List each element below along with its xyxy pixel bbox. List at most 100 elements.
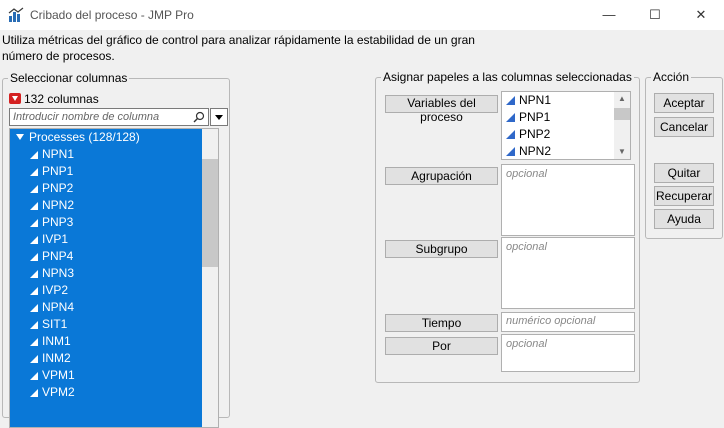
column-name: SIT1 (42, 317, 68, 331)
column-list-scrollbar[interactable] (202, 129, 218, 427)
recall-button[interactable]: Recuperar (654, 186, 714, 206)
continuous-column-icon (30, 151, 38, 159)
grouping-button[interactable]: Agrupación (385, 167, 498, 185)
select-columns-legend: Seleccionar columnas (8, 71, 130, 85)
column-name: NPN1 (42, 147, 75, 161)
column-search-box (9, 108, 209, 126)
continuous-column-icon (30, 355, 38, 363)
scroll-up-icon[interactable]: ▲ (614, 92, 630, 106)
continuous-column-icon (30, 304, 38, 312)
process-variables-scrollbar[interactable]: ▲ ▼ (614, 92, 630, 159)
list-item[interactable]: INM1 (10, 333, 202, 350)
list-item[interactable]: NPN2 (502, 143, 630, 159)
cancel-button[interactable]: Cancelar (654, 117, 714, 137)
column-name: IVP2 (42, 283, 69, 297)
list-item[interactable]: PNP3 (10, 214, 202, 231)
continuous-column-icon (30, 168, 38, 176)
scrollbar-thumb[interactable] (202, 159, 218, 267)
grouping-dropzone[interactable]: opcional (501, 164, 635, 236)
subgroup-dropzone[interactable]: opcional (501, 237, 635, 309)
scroll-down-icon[interactable]: ▼ (614, 145, 630, 159)
column-name: PNP1 (519, 110, 551, 124)
assign-roles-panel: Asignar papeles a las columnas seleccion… (375, 70, 640, 383)
list-item[interactable]: VPM1 (10, 367, 202, 384)
select-columns-panel: Seleccionar columnas 132 columnas Proces… (2, 71, 230, 428)
window-title: Cribado del proceso - JMP Pro (30, 8, 194, 22)
continuous-column-icon (506, 130, 515, 139)
jmp-app-icon (8, 7, 24, 22)
continuous-column-icon (30, 219, 38, 227)
column-name: IVP1 (42, 232, 69, 246)
column-name: PNP1 (42, 164, 74, 178)
list-item[interactable]: NPN1 (502, 92, 630, 109)
continuous-column-icon (506, 96, 515, 105)
list-item[interactable]: VPM2 (10, 384, 202, 401)
column-count: 132 columnas (9, 92, 99, 106)
column-name: INM2 (42, 351, 71, 365)
list-item[interactable]: NPN2 (10, 197, 202, 214)
continuous-column-icon (30, 287, 38, 295)
collapse-caret-icon[interactable] (16, 134, 24, 140)
list-item[interactable]: PNP2 (502, 126, 630, 143)
search-icon[interactable] (193, 111, 205, 123)
continuous-column-icon (30, 185, 38, 193)
column-name: PNP2 (519, 127, 551, 141)
column-group-row[interactable]: Processes (128/128) (10, 129, 202, 146)
list-item[interactable]: NPN4 (10, 299, 202, 316)
column-name: NPN4 (42, 300, 75, 314)
list-item[interactable]: NPN3 (10, 265, 202, 282)
list-item[interactable]: PNP1 (502, 109, 630, 126)
process-variables-list[interactable]: NPN1 PNP1 PNP2 NPN2 ▲ ▼ (501, 91, 631, 160)
continuous-column-icon (506, 113, 515, 122)
column-name: VPM1 (42, 368, 75, 382)
remove-button[interactable]: Quitar (654, 163, 714, 183)
subgroup-button[interactable]: Subgrupo (385, 240, 498, 258)
ok-button[interactable]: Aceptar (654, 93, 714, 113)
column-list-items: Processes (128/128) NPN1 PNP1 PNP2 NPN2 … (10, 129, 202, 427)
list-item[interactable]: PNP2 (10, 180, 202, 197)
column-name: VPM2 (42, 385, 75, 399)
process-variables-button[interactable]: Variables del proceso (385, 95, 498, 124)
column-name: NPN1 (519, 93, 552, 107)
continuous-column-icon (506, 147, 515, 156)
list-item[interactable]: PNP1 (10, 163, 202, 180)
action-legend: Acción (651, 70, 692, 84)
column-count-label: 132 columnas (24, 92, 99, 106)
by-dropzone[interactable]: opcional (501, 334, 635, 372)
continuous-column-icon (30, 321, 38, 329)
column-list[interactable]: Processes (128/128) NPN1 PNP1 PNP2 NPN2 … (9, 128, 219, 428)
continuous-column-icon (30, 253, 38, 261)
continuous-column-icon (30, 372, 38, 380)
by-button[interactable]: Por (385, 337, 498, 355)
column-name: PNP4 (42, 249, 74, 263)
continuous-column-icon (30, 236, 38, 244)
close-button[interactable]: ✕ (678, 0, 724, 30)
list-item[interactable]: INM2 (10, 350, 202, 367)
maximize-button[interactable]: ☐ (632, 0, 678, 30)
column-name: PNP2 (42, 181, 74, 195)
help-button[interactable]: Ayuda (654, 209, 714, 229)
column-name: NPN2 (519, 144, 552, 158)
dialog-description: Utiliza métricas del gráfico de control … (2, 33, 475, 63)
column-name: NPN3 (42, 266, 75, 280)
column-group-label: Processes (128/128) (29, 130, 140, 144)
continuous-column-icon (30, 389, 38, 397)
time-dropzone[interactable]: numérico opcional (501, 312, 635, 332)
continuous-column-icon (30, 338, 38, 346)
column-search-input[interactable] (10, 109, 190, 125)
list-item[interactable]: SIT1 (10, 316, 202, 333)
column-name: INM1 (42, 334, 71, 348)
list-item[interactable]: IVP1 (10, 231, 202, 248)
scrollbar-thumb[interactable] (614, 108, 630, 120)
time-button[interactable]: Tiempo (385, 314, 498, 332)
list-item[interactable]: IVP2 (10, 282, 202, 299)
red-triangle-menu-icon[interactable] (9, 93, 21, 104)
list-item[interactable]: NPN1 (10, 146, 202, 163)
list-item[interactable]: PNP4 (10, 248, 202, 265)
column-name: PNP3 (42, 215, 74, 229)
action-panel: Acción Aceptar Cancelar Quitar Recuperar… (645, 70, 723, 239)
column-name: NPN2 (42, 198, 75, 212)
minimize-button[interactable]: — (586, 0, 632, 30)
continuous-column-icon (30, 202, 38, 210)
search-options-dropdown[interactable] (210, 108, 228, 126)
